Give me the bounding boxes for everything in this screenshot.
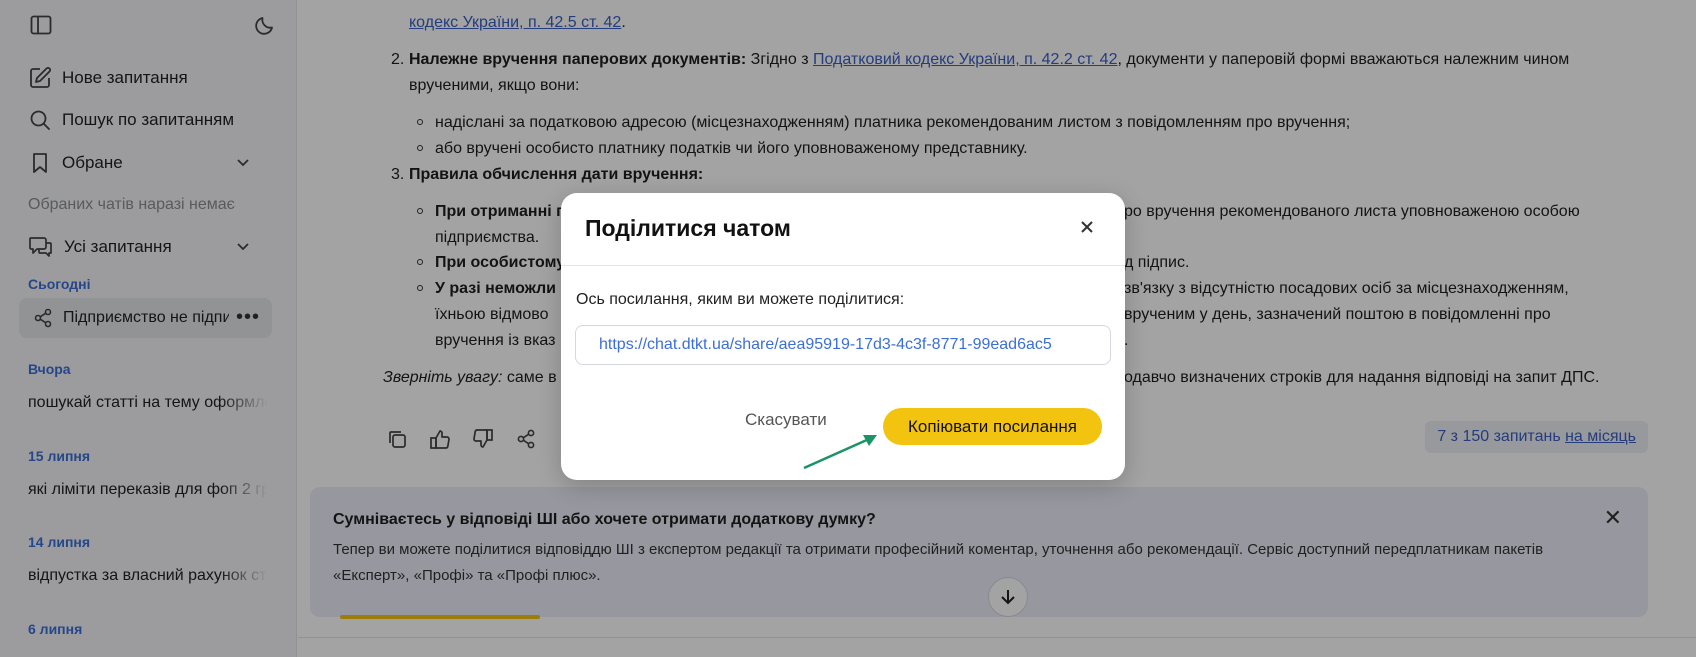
close-icon[interactable] [1073, 213, 1101, 241]
share-link-input[interactable] [575, 325, 1111, 365]
cancel-button[interactable]: Скасувати [745, 410, 827, 430]
divider [561, 265, 1125, 266]
copy-link-button[interactable]: Копіювати посилання [883, 408, 1102, 445]
share-link-label: Ось посилання, яким ви можете поділитися… [576, 291, 905, 308]
annotation-arrow [803, 435, 877, 470]
dialog-title: Поділитися чатом [585, 215, 791, 241]
